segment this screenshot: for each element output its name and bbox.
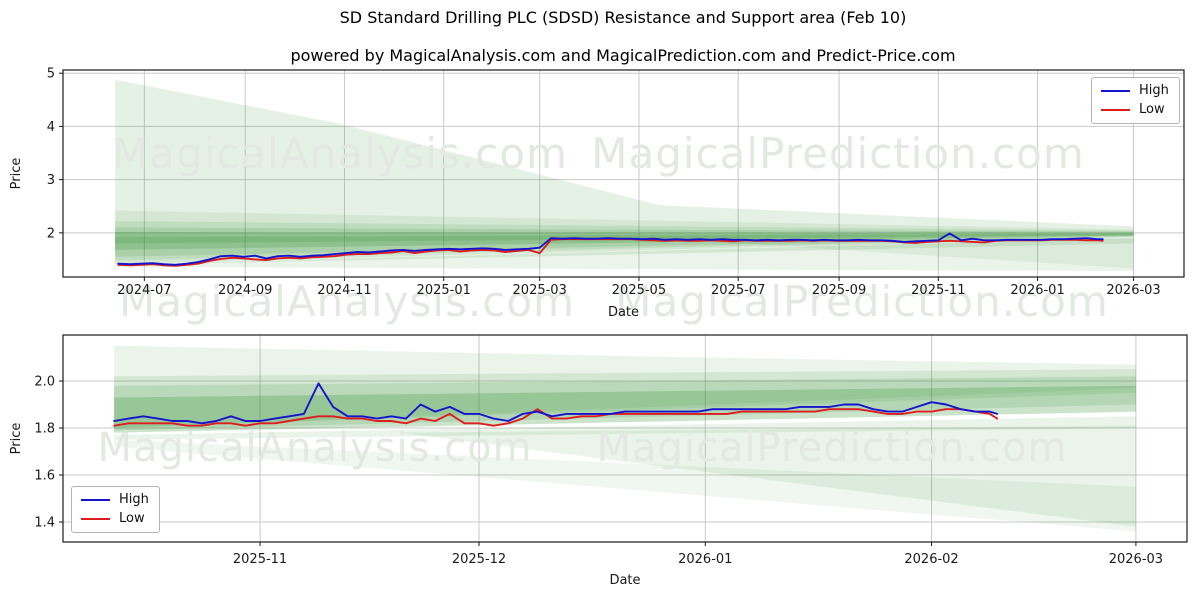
x-tick-label: 2025-12: [452, 552, 506, 567]
y-tick-label: 1.4: [34, 516, 55, 531]
legend-label-high: High: [119, 492, 149, 507]
watermark-text: MagicalAnalysis.com: [112, 129, 568, 178]
x-tick-label: 2024-07: [117, 283, 171, 298]
x-tick-label: 2025-03: [513, 283, 567, 298]
y-tick-label: 2: [47, 226, 55, 241]
x-tick-label: 2024-09: [218, 283, 272, 298]
x-tick-label: 2026-03: [1109, 552, 1163, 567]
low-line-swatch: [81, 518, 110, 520]
x-tick-label: 2026-01: [678, 552, 732, 567]
x-axis-title: Date: [609, 573, 640, 588]
x-axis-title: Date: [608, 305, 639, 320]
legend-item-low: Low: [1101, 103, 1169, 117]
y-tick-label: 1.6: [34, 469, 55, 484]
x-tick-label: 2025-11: [911, 283, 965, 298]
x-tick-label: 2024-11: [317, 283, 371, 298]
legend-item-high: High: [81, 493, 149, 507]
legend-label-high: High: [1139, 83, 1169, 98]
x-tick-label: 2025-09: [812, 283, 866, 298]
high-line-swatch: [1101, 90, 1130, 92]
y-tick-label: 5: [47, 67, 55, 82]
watermark-text: MagicalAnalysis.com: [97, 425, 532, 471]
y-axis-title: Price: [9, 423, 24, 455]
x-tick-label: 2025-07: [711, 283, 765, 298]
watermark-text: MagicalPrediction.com: [591, 129, 1085, 178]
y-tick-label: 1.8: [34, 422, 55, 437]
y-axis-title: Price: [9, 158, 24, 190]
legend-item-high: High: [1101, 84, 1169, 98]
x-tick-label: 2025-05: [612, 283, 666, 298]
x-tick-label: 2026-03: [1106, 283, 1160, 298]
low-line-swatch: [1101, 109, 1130, 111]
charts-canvas: MagicalAnalysis.com MagicalPrediction.com…: [9, 67, 1188, 588]
watermark-text: MagicalPrediction.com: [597, 425, 1068, 471]
figure: SD Standard Drilling PLC (SDSD) Resistan…: [0, 0, 1200, 600]
x-tick-label: 2026-01: [1010, 283, 1064, 298]
legend-label-low: Low: [119, 511, 145, 526]
x-tick-label: 2026-02: [904, 552, 958, 567]
legend-top: High Low: [1091, 77, 1180, 124]
x-tick-label: 2025-11: [233, 552, 287, 567]
legend-item-low: Low: [81, 512, 149, 526]
y-tick-label: 3: [47, 173, 55, 188]
y-tick-label: 2.0: [34, 375, 55, 390]
x-tick-label: 2025-01: [417, 283, 471, 298]
high-line-swatch: [81, 499, 110, 501]
legend-label-low: Low: [1139, 102, 1165, 117]
y-tick-label: 4: [47, 120, 55, 135]
legend-bottom: High Low: [71, 486, 160, 533]
